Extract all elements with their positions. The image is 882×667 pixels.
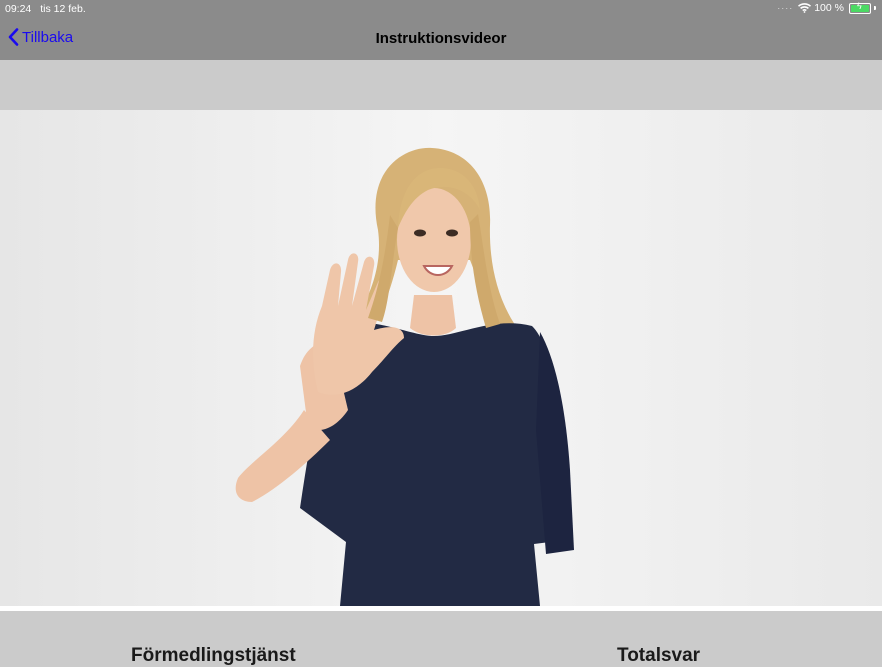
battery-percent: 100 %	[814, 2, 844, 14]
status-bar: 09:24 tis 12 feb. ···· 100 % ϟ	[0, 0, 882, 18]
option-totalsvar[interactable]: Totalsvar	[617, 645, 700, 667]
status-left: 09:24 tis 12 feb.	[5, 3, 86, 15]
divider	[0, 606, 882, 611]
status-date: tis 12 feb.	[40, 3, 86, 15]
video-player[interactable]	[0, 110, 882, 606]
video-frame-illustration	[235, 147, 574, 606]
bolt-icon: ϟ	[857, 0, 862, 11]
option-formedlingstjanst[interactable]: Förmedlingstjänst	[131, 645, 296, 667]
battery-cap	[874, 6, 876, 10]
status-right: ···· 100 % ϟ	[777, 0, 876, 14]
signal-dots-icon: ····	[777, 3, 794, 13]
battery-charging-icon: ϟ	[849, 0, 871, 14]
navigation-bar: Tillbaka Instruktionsvideor	[0, 18, 882, 60]
page-title: Instruktionsvideor	[375, 30, 507, 47]
wifi-icon	[798, 3, 812, 13]
status-time: 09:24	[5, 3, 32, 15]
